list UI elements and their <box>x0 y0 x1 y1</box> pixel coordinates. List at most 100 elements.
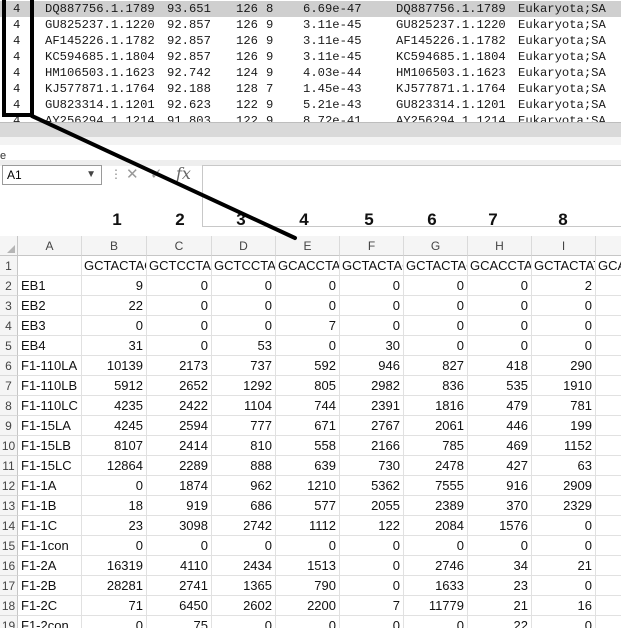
cell-count[interactable]: 577 <box>276 496 340 516</box>
cell-partial[interactable] <box>596 436 621 456</box>
cell-count[interactable]: 0 <box>340 556 404 576</box>
cell-count[interactable]: 0 <box>276 296 340 316</box>
cell-partial[interactable] <box>596 356 621 376</box>
cell-count[interactable]: 0 <box>147 336 212 356</box>
cell-count[interactable]: 2909 <box>532 476 596 496</box>
cell-count[interactable]: 427 <box>468 456 532 476</box>
cell-count[interactable]: 0 <box>340 296 404 316</box>
cell-count[interactable]: 2166 <box>340 436 404 456</box>
chevron-down-icon[interactable]: ▼ <box>86 166 96 184</box>
cell-sample-label[interactable]: F1-110LC <box>18 396 82 416</box>
cell-count[interactable]: 0 <box>532 616 596 628</box>
cell-partial[interactable] <box>596 416 621 436</box>
cell-count[interactable]: 0 <box>276 616 340 628</box>
cell-count[interactable]: 2742 <box>212 516 276 536</box>
cell-count[interactable]: 2289 <box>147 456 212 476</box>
cell-count[interactable]: 2422 <box>147 396 212 416</box>
more-options-icon[interactable]: ⋮ <box>110 167 122 181</box>
row-header[interactable]: 10 <box>0 436 18 456</box>
cell-count[interactable]: 4110 <box>147 556 212 576</box>
cell-sample-label[interactable]: EB1 <box>18 276 82 296</box>
column-header-d[interactable]: D <box>212 236 276 256</box>
cell-count[interactable]: 2 <box>532 276 596 296</box>
cell-count[interactable]: 2389 <box>404 496 468 516</box>
cell-count[interactable]: 3098 <box>147 516 212 536</box>
cell-sequence-header[interactable]: GCTCCTAC <box>147 256 212 276</box>
cell-count[interactable]: 0 <box>82 316 147 336</box>
cell-count[interactable]: 0 <box>340 616 404 628</box>
cell-count[interactable]: 23 <box>82 516 147 536</box>
cell-sample-label[interactable]: EB3 <box>18 316 82 336</box>
row-header[interactable]: 8 <box>0 396 18 416</box>
cell-partial[interactable] <box>596 576 621 596</box>
column-header-h[interactable]: H <box>468 236 532 256</box>
cell-count[interactable]: 0 <box>82 476 147 496</box>
cell-count[interactable]: 10139 <box>82 356 147 376</box>
cell-sample-label[interactable]: F1-110LB <box>18 376 82 396</box>
row-header[interactable]: 13 <box>0 496 18 516</box>
row-header[interactable]: 7 <box>0 376 18 396</box>
cell-count[interactable]: 28281 <box>82 576 147 596</box>
cell-count[interactable]: 2200 <box>276 596 340 616</box>
cell-count[interactable]: 16 <box>532 596 596 616</box>
column-header-b[interactable]: B <box>82 236 147 256</box>
column-header-partial[interactable] <box>596 236 621 256</box>
cell-sequence-header[interactable]: GCTACTAT <box>532 256 596 276</box>
cell-count[interactable]: 5362 <box>340 476 404 496</box>
cell-count[interactable]: 686 <box>212 496 276 516</box>
cell-count[interactable]: 0 <box>532 516 596 536</box>
cell-count[interactable]: 0 <box>340 276 404 296</box>
cell-count[interactable]: 1152 <box>532 436 596 456</box>
cell-count[interactable]: 479 <box>468 396 532 416</box>
column-header-c[interactable]: C <box>147 236 212 256</box>
row-header[interactable]: 2 <box>0 276 18 296</box>
cell-count[interactable]: 53 <box>212 336 276 356</box>
cell-count[interactable]: 7 <box>276 316 340 336</box>
row-header[interactable]: 17 <box>0 576 18 596</box>
row-header[interactable]: 14 <box>0 516 18 536</box>
cell-partial[interactable] <box>596 516 621 536</box>
cell-count[interactable]: 919 <box>147 496 212 516</box>
cell-count[interactable]: 836 <box>404 376 468 396</box>
cell-count[interactable]: 2746 <box>404 556 468 576</box>
cell-count[interactable]: 0 <box>147 296 212 316</box>
cell-count[interactable]: 0 <box>147 276 212 296</box>
column-header-g[interactable]: G <box>404 236 468 256</box>
cell-sample-label[interactable]: F1-2C <box>18 596 82 616</box>
cell-count[interactable]: 0 <box>532 336 596 356</box>
cell-count[interactable]: 0 <box>532 536 596 556</box>
cell-count[interactable]: 916 <box>468 476 532 496</box>
column-header-f[interactable]: F <box>340 236 404 256</box>
cell-count[interactable]: 31 <box>82 336 147 356</box>
cell-count[interactable]: 0 <box>212 536 276 556</box>
row-header[interactable]: 15 <box>0 536 18 556</box>
cell-count[interactable]: 11779 <box>404 596 468 616</box>
cell-count[interactable]: 1633 <box>404 576 468 596</box>
cell-count[interactable]: 0 <box>468 536 532 556</box>
cell-partial[interactable] <box>596 496 621 516</box>
cell-count[interactable]: 2652 <box>147 376 212 396</box>
cell-count[interactable]: 0 <box>340 316 404 336</box>
cell-count[interactable]: 0 <box>147 536 212 556</box>
cell-count[interactable]: 1104 <box>212 396 276 416</box>
cell-sequence-header[interactable]: GCACCTAC <box>468 256 532 276</box>
cell-count[interactable]: 946 <box>340 356 404 376</box>
row-header[interactable]: 6 <box>0 356 18 376</box>
cell-partial[interactable] <box>596 596 621 616</box>
cell-sequence-header[interactable]: GCACCTAC <box>276 256 340 276</box>
cell-count[interactable]: 0 <box>340 536 404 556</box>
cell-count[interactable]: 7 <box>340 596 404 616</box>
cell-count[interactable]: 0 <box>404 536 468 556</box>
cell-sequence-header[interactable]: GCTACTAC <box>82 256 147 276</box>
cell-sample-label[interactable]: EB2 <box>18 296 82 316</box>
cell-count[interactable]: 2982 <box>340 376 404 396</box>
cell-sample-label[interactable]: F1-110LA <box>18 356 82 376</box>
cell-count[interactable]: 446 <box>468 416 532 436</box>
cell-count[interactable]: 535 <box>468 376 532 396</box>
cell-count[interactable]: 5912 <box>82 376 147 396</box>
cell-sequence-header[interactable] <box>18 256 82 276</box>
cell-count[interactable]: 0 <box>276 276 340 296</box>
cell-count[interactable]: 75 <box>147 616 212 628</box>
column-header-i[interactable]: I <box>532 236 596 256</box>
cell-count[interactable]: 0 <box>532 576 596 596</box>
